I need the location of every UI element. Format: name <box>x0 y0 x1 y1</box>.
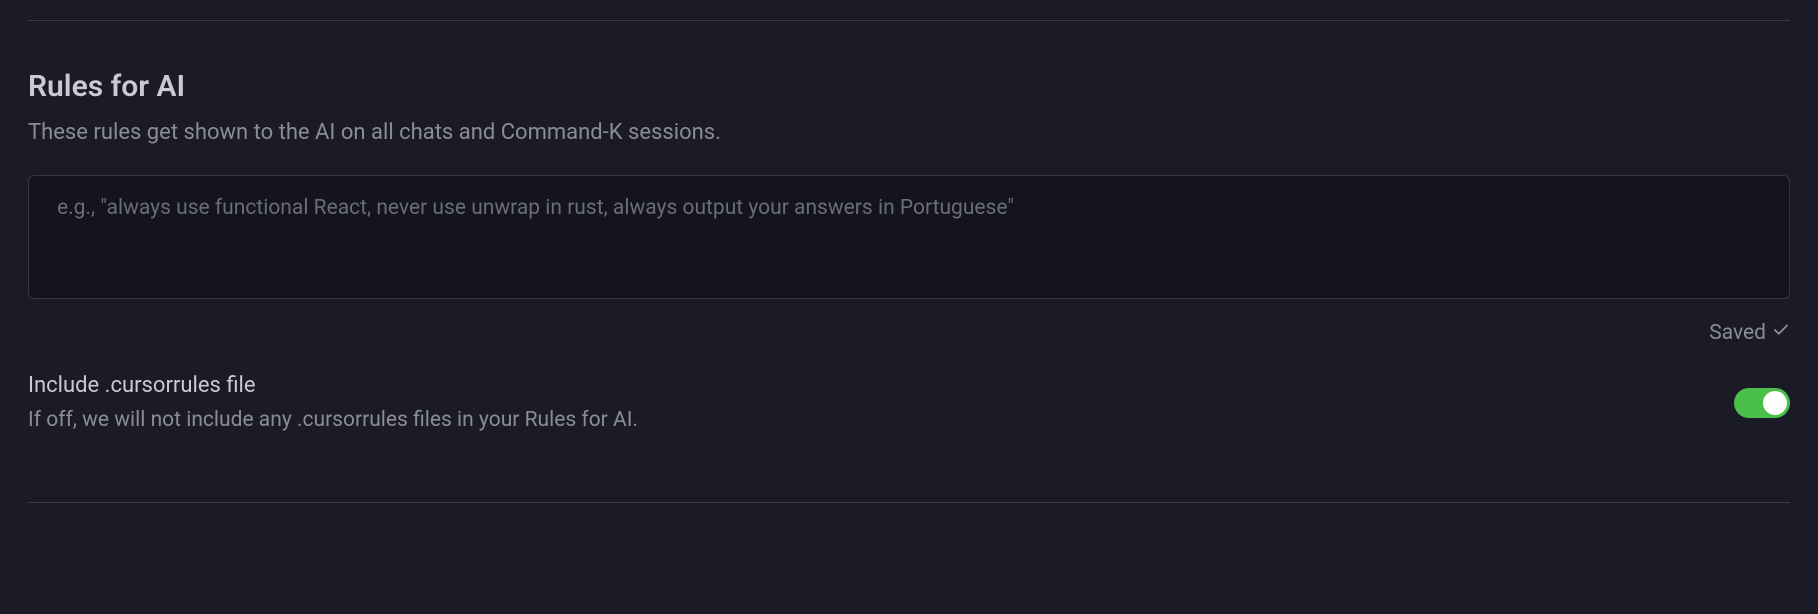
section-description: These rules get shown to the AI on all c… <box>28 120 1790 145</box>
section-divider-bottom <box>28 502 1790 503</box>
check-icon <box>1772 321 1790 345</box>
setting-text: Include .cursorrules file If off, we wil… <box>28 373 1734 432</box>
saved-status: Saved <box>28 321 1790 345</box>
toggle-knob <box>1763 391 1787 415</box>
cursorrules-setting-row: Include .cursorrules file If off, we wil… <box>28 373 1790 432</box>
cursorrules-description: If off, we will not include any .cursorr… <box>28 408 1734 432</box>
section-title: Rules for AI <box>28 69 1790 104</box>
rules-section: Rules for AI These rules get shown to th… <box>0 21 1818 502</box>
saved-label: Saved <box>1709 321 1766 345</box>
cursorrules-toggle[interactable] <box>1734 388 1790 418</box>
textarea-wrapper <box>28 175 1790 303</box>
rules-textarea[interactable] <box>28 175 1790 299</box>
cursorrules-label: Include .cursorrules file <box>28 373 1734 398</box>
